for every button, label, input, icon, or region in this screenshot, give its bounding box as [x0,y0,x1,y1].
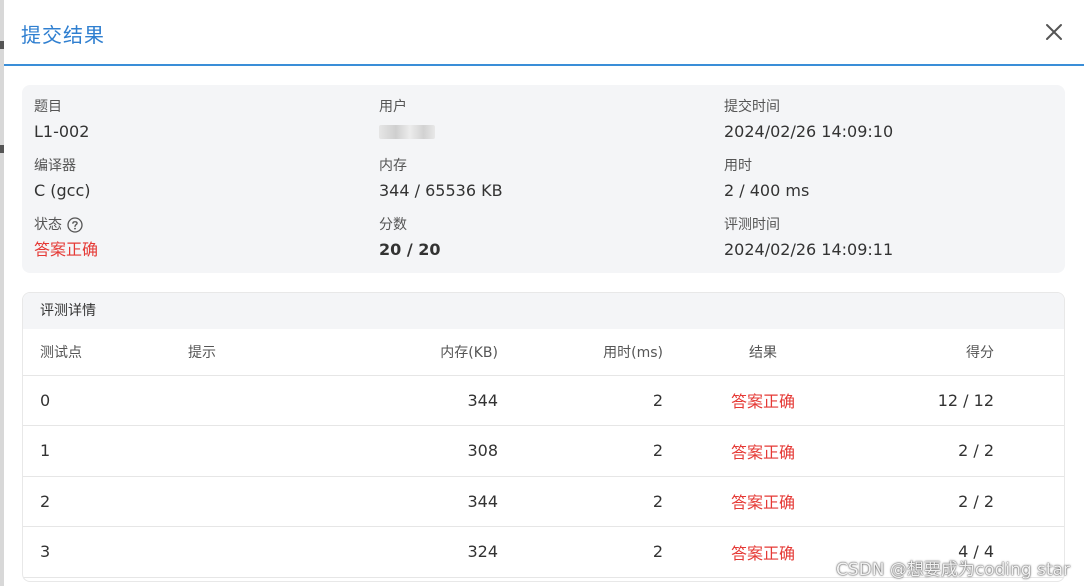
case-score: 2 / 2 [863,476,1064,527]
submit-time-value: 2024/02/26 14:09:10 [724,122,894,141]
test-case-table: 测试点 提示 内存(KB) 用时(ms) 结果 得分 0 344 2 答案正确 … [23,329,1064,578]
case-hint [188,476,368,527]
dialog-header: 提交结果 [4,0,1084,66]
case-hint [188,375,368,426]
case-score: 2 / 2 [863,425,1064,477]
compiler-field: 编译器 C (gcc) [34,156,91,203]
memory-label: 内存 [379,158,407,174]
case-result: 答案正确 [663,526,863,578]
score-label: 分数 [379,217,407,233]
compiler-value: C (gcc) [34,181,91,200]
case-time: 2 [498,425,663,477]
column-header-memory: 内存(KB) [368,329,498,376]
time-used-field: 用时 2 / 400 ms [724,156,809,203]
case-result: 答案正确 [663,476,863,527]
case-time: 2 [498,375,663,426]
close-button[interactable] [1042,20,1066,44]
submit-time-field: 提交时间 2024/02/26 14:09:10 [724,97,893,144]
column-header-case: 测试点 [23,329,188,376]
problem-field: 题目 L1-002 [34,97,89,144]
score-field: 分数 20 / 20 [379,215,441,262]
user-field: 用户 [379,97,435,144]
score-value: 20 / 20 [379,240,441,259]
submission-result-dialog: 提交结果 题目 L1-002 用户 提交时间 2024/02/26 14:09:… [4,0,1084,586]
table-header-row: 测试点 提示 内存(KB) 用时(ms) 结果 得分 [23,329,1064,376]
case-hint [188,526,368,578]
column-header-hint: 提示 [188,329,368,376]
judge-time-field: 评测时间 2024/02/26 14:09:11 [724,215,893,262]
memory-value: 344 / 65536 KB [379,181,503,200]
judge-time-label: 评测时间 [724,217,780,233]
case-memory: 344 [368,375,498,426]
status-field: 状态 答案正确 [34,215,98,262]
close-icon[interactable] [1042,20,1066,44]
case-id: 3 [23,526,188,578]
table-row: 1 308 2 答案正确 2 / 2 [23,425,1064,477]
problem-label: 题目 [34,99,62,115]
watermark: CSDN @想要成为coding star [835,560,1070,580]
case-time: 2 [498,476,663,527]
judge-detail-panel: 评测详情 测试点 提示 内存(KB) 用时(ms) 结果 得分 0 344 2 [22,292,1065,582]
memory-field: 内存 344 / 65536 KB [379,156,503,203]
case-id: 0 [23,375,188,426]
problem-link[interactable]: L1-002 [34,120,89,144]
case-result: 答案正确 [663,375,863,426]
table-row: 0 344 2 答案正确 12 / 12 [23,375,1064,426]
submission-info-panel: 题目 L1-002 用户 提交时间 2024/02/26 14:09:10 编译… [22,85,1065,273]
case-memory: 324 [368,526,498,578]
submit-time-label: 提交时间 [724,99,780,115]
status-label-row: 状态 [34,215,98,235]
case-result: 答案正确 [663,425,863,477]
help-icon[interactable] [67,217,83,233]
user-value [379,120,435,144]
case-id: 2 [23,476,188,527]
case-memory: 308 [368,425,498,477]
column-header-score: 得分 [863,329,1064,376]
case-id: 1 [23,425,188,477]
status-label: 状态 [34,217,62,233]
case-score: 12 / 12 [863,375,1064,426]
case-memory: 344 [368,476,498,527]
time-used-value: 2 / 400 ms [724,181,810,200]
user-label: 用户 [379,99,407,115]
judge-detail-title: 评测详情 [23,293,1064,329]
column-header-result: 结果 [663,329,863,376]
table-row: 2 344 2 答案正确 2 / 2 [23,476,1064,527]
redacted-username [379,125,435,139]
judge-time-value: 2024/02/26 14:09:11 [724,240,894,259]
column-header-time: 用时(ms) [498,329,663,376]
time-used-label: 用时 [724,158,752,174]
compiler-label: 编译器 [34,158,76,174]
case-time: 2 [498,526,663,578]
dialog-title: 提交结果 [21,23,105,47]
status-value: 答案正确 [34,240,99,259]
case-hint [188,425,368,477]
